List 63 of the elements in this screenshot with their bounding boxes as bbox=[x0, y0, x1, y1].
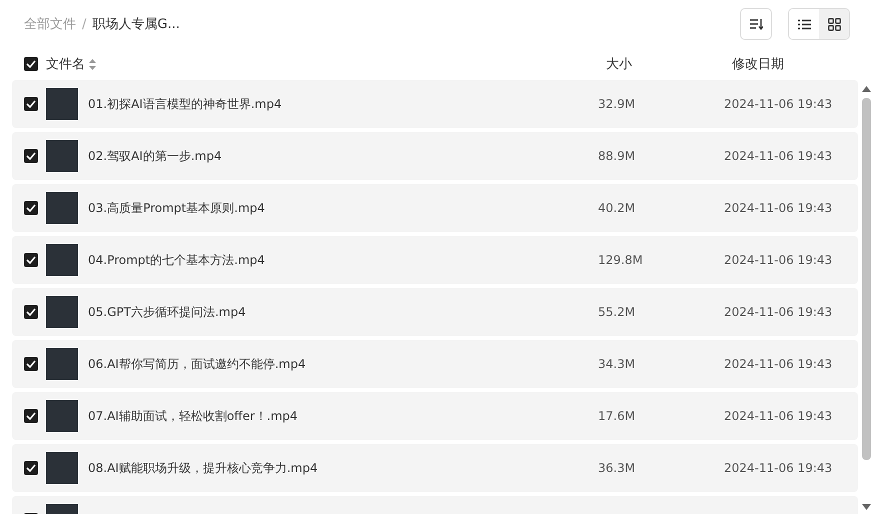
file-name: 05.GPT六步循环提问法.mp4 bbox=[88, 304, 247, 320]
row-checkbox[interactable] bbox=[24, 97, 38, 111]
column-header[interactable]: 文件名 bbox=[46, 55, 85, 73]
video-thumbnail bbox=[46, 88, 78, 120]
file-row[interactable]: 04.Prompt的七个基本方法.mp4 129.8M 2024-11-06 19:43 bbox=[12, 236, 858, 284]
file-name: 02.驾驭AI的第一步.mp4 bbox=[88, 148, 223, 164]
scroll-up-icon[interactable] bbox=[862, 86, 870, 92]
file-name: 08.AI赋能职场升级，提升核心竞争力.mp4 bbox=[88, 460, 319, 476]
file-row[interactable]: 01.初探AI语言模型的神奇世界.mp4 32.9M 2024-11-06 19:43 bbox=[12, 80, 858, 128]
modified-date: 2024-11-06 19:43 bbox=[724, 305, 832, 319]
video-thumbnail bbox=[46, 192, 78, 224]
breadcrumb-link[interactable]: 职场人专属G... bbox=[92, 15, 180, 33]
file-size: 32.9M bbox=[598, 97, 636, 111]
row-checkbox[interactable] bbox=[24, 409, 38, 423]
column-header: 大小 bbox=[606, 56, 633, 73]
video-thumbnail bbox=[46, 452, 78, 484]
modified-date: 2024-11-06 19:43 bbox=[724, 149, 832, 163]
file-row[interactable]: 08.AI赋能职场升级，提升核心竞争力.mp4 36.3M 2024-11-06 19:43 bbox=[12, 444, 858, 492]
file-name: 07.AI辅助面试，轻松收割offer！.mp4 bbox=[88, 408, 299, 424]
video-thumbnail bbox=[46, 140, 78, 172]
row-checkbox[interactable] bbox=[24, 461, 38, 475]
column-header: 修改日期 bbox=[732, 56, 784, 73]
list-view-button[interactable] bbox=[789, 9, 819, 39]
file-size: 129.8M bbox=[598, 253, 644, 267]
modified-date: 2024-11-06 19:43 bbox=[724, 409, 832, 423]
file-size: 34.3M bbox=[598, 357, 636, 371]
modified-date: 2024-11-06 19:43 bbox=[724, 357, 832, 371]
file-size: 88.9M bbox=[598, 149, 636, 163]
file-name: 03.高质量Prompt基本原则.mp4 bbox=[88, 200, 266, 216]
sort-icon bbox=[749, 18, 763, 30]
file-name: 04.Prompt的七个基本方法.mp4 bbox=[88, 252, 266, 268]
file-size: 36.3M bbox=[598, 461, 636, 475]
video-thumbnail bbox=[46, 296, 78, 328]
sort-button[interactable] bbox=[740, 8, 772, 40]
file-row[interactable]: 06.AI帮你写简历，面试邀约不能停.mp4 34.3M 2024-11-06 19:43 bbox=[12, 340, 858, 388]
row-checkbox[interactable] bbox=[24, 305, 38, 319]
select-all-checkbox[interactable] bbox=[24, 57, 38, 71]
row-checkbox[interactable] bbox=[24, 149, 38, 163]
video-thumbnail bbox=[46, 400, 78, 432]
file-size: 55.2M bbox=[598, 305, 636, 319]
scroll-down-icon[interactable] bbox=[862, 504, 870, 510]
row-checkbox[interactable] bbox=[24, 357, 38, 371]
scrollbar-thumb[interactable] bbox=[862, 98, 870, 460]
list-icon bbox=[798, 18, 810, 30]
modified-date: 2024-11-06 19:43 bbox=[724, 201, 832, 215]
row-checkbox[interactable] bbox=[24, 253, 38, 267]
file-size: 40.2M bbox=[598, 201, 636, 215]
row-checkbox[interactable] bbox=[24, 201, 38, 215]
grid-icon bbox=[828, 18, 840, 30]
file-row[interactable]: 03.高质量Prompt基本原则.mp4 40.2M 2024-11-06 19:43 bbox=[12, 184, 858, 232]
file-row[interactable]: 07.AI辅助面试，轻松收割offer！.mp4 17.6M 2024-11-06 19:43 bbox=[12, 392, 858, 440]
modified-date: 2024-11-06 19:43 bbox=[724, 461, 832, 475]
file-name: 01.初探AI语言模型的神奇世界.mp4 bbox=[88, 96, 283, 112]
file-row[interactable]: 02.驾驭AI的第一步.mp4 88.9M 2024-11-06 19:43 bbox=[12, 132, 858, 180]
video-thumbnail bbox=[46, 348, 78, 380]
breadcrumb-separator: / bbox=[82, 16, 86, 32]
video-thumbnail bbox=[46, 244, 78, 276]
sort-arrows-icon[interactable] bbox=[89, 58, 96, 70]
file-row[interactable]: 05.GPT六步循环提问法.mp4 55.2M 2024-11-06 19:43 bbox=[12, 288, 858, 336]
file-size: 17.6M bbox=[598, 409, 636, 423]
modified-date: 2024-11-06 19:43 bbox=[724, 97, 832, 111]
modified-date: 2024-11-06 19:43 bbox=[724, 253, 832, 267]
file-name: 06.AI帮你写简历，面试邀约不能停.mp4 bbox=[88, 356, 307, 372]
